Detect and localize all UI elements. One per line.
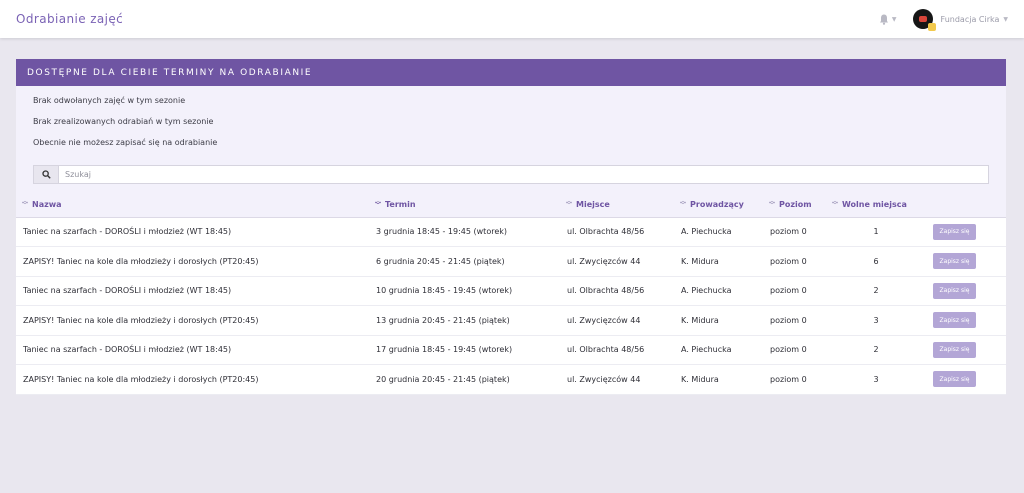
- column-label: Prowadzący: [690, 199, 744, 209]
- column-label: Nazwa: [32, 199, 62, 209]
- column-label: Termin: [385, 199, 416, 209]
- column-header-prowadzacy[interactable]: ︿ ﹀ Prowadzący: [674, 192, 763, 217]
- column-header-wolne-miejsca[interactable]: ︿ ﹀ Wolne miejsca: [826, 192, 926, 217]
- cell-action: Zapisz się: [926, 306, 1006, 336]
- info-message: Brak zrealizowanych odrabiań w tym sezon…: [33, 117, 214, 126]
- signup-button[interactable]: Zapisz się: [933, 253, 976, 270]
- column-header-termin[interactable]: ︿ ﹀ Termin: [369, 192, 560, 217]
- cell-prowadzacy: K. Midura: [681, 374, 719, 384]
- cell-poziom: poziom 0: [770, 345, 807, 355]
- column-header-miejsce[interactable]: ︿ ﹀ Miejsce: [560, 192, 674, 217]
- cell-miejsce: ul. Olbrachta 48/56: [567, 286, 645, 296]
- table-body: Taniec na szarfach - DOROŚLI i młodzież …: [16, 217, 1006, 394]
- sessions-table: ︿ ﹀ Nazwa ︿ ﹀ Termin ︿ ﹀ Miejsce ︿ ﹀ Prowadzący …: [16, 192, 1006, 395]
- avatar: [912, 9, 936, 31]
- cell-nazwa: ZAPISY! Taniec na kole dla młodzieży i d…: [23, 256, 259, 266]
- card-title: DOSTĘPNE DLA CIEBIE TERMINY NA ODRABIANI…: [27, 67, 313, 78]
- cell-termin: 6 grudnia 20:45 - 21:45 (piątek): [376, 256, 505, 266]
- cell-termin: 17 grudnia 18:45 - 19:45 (wtorek): [376, 345, 513, 355]
- column-label: Wolne miejsca: [842, 199, 907, 209]
- table-row: ZAPISY! Taniec na kole dla młodzieży i d…: [16, 247, 1006, 277]
- column-header-action: [926, 192, 1006, 217]
- cell-nazwa: ZAPISY! Taniec na kole dla młodzieży i d…: [23, 315, 259, 325]
- cell-prowadzacy: A. Piechucka: [681, 227, 732, 237]
- signup-button[interactable]: Zapisz się: [933, 341, 976, 358]
- cell-wolne-miejsca: 3: [873, 374, 879, 384]
- cell-miejsce: ul. Olbrachta 48/56: [567, 345, 645, 355]
- sort-icon: ︿ ﹀: [832, 198, 839, 210]
- cell-nazwa: Taniec na szarfach - DOROŚLI i młodzież …: [23, 227, 232, 237]
- info-area: Brak odwołanych zajęć w tym sezonie Brak…: [16, 86, 1006, 192]
- search-button[interactable]: [34, 166, 59, 183]
- info-message: Brak odwołanych zajęć w tym sezonie: [33, 96, 186, 105]
- user-menu[interactable]: Fundacja Cirka ▼: [912, 9, 1008, 31]
- cell-action: Zapisz się: [926, 335, 1006, 365]
- cell-termin: 3 grudnia 18:45 - 19:45 (wtorek): [376, 227, 507, 237]
- cell-prowadzacy: A. Piechucka: [681, 286, 732, 296]
- makeup-classes-card: DOSTĘPNE DLA CIEBIE TERMINY NA ODRABIANI…: [16, 59, 1006, 395]
- navbar-right: ▼ Fundacja Cirka ▼: [879, 9, 1008, 31]
- signup-button[interactable]: Zapisz się: [933, 371, 976, 388]
- cell-nazwa: Taniec na szarfach - DOROŚLI i młodzież …: [23, 345, 232, 355]
- column-header-nazwa[interactable]: ︿ ﹀ Nazwa: [16, 192, 369, 217]
- cell-miejsce: ul. Zwycięzców 44: [567, 256, 641, 266]
- cell-poziom: poziom 0: [770, 256, 807, 266]
- cell-prowadzacy: K. Midura: [681, 315, 719, 325]
- signup-button[interactable]: Zapisz się: [933, 223, 976, 240]
- cell-wolne-miejsca: 2: [873, 345, 879, 355]
- bell-icon: [879, 14, 888, 25]
- sort-icon: ︿ ﹀: [22, 198, 29, 210]
- column-header-poziom[interactable]: ︿ ﹀ Poziom: [763, 192, 826, 217]
- table-row: Taniec na szarfach - DOROŚLI i młodzież …: [16, 217, 1006, 247]
- table-row: Taniec na szarfach - DOROŚLI i młodzież …: [16, 276, 1006, 306]
- cell-nazwa: Taniec na szarfach - DOROŚLI i młodzież …: [23, 286, 232, 296]
- sort-icon: ︿ ﹀: [375, 198, 382, 210]
- signup-button[interactable]: Zapisz się: [933, 312, 976, 329]
- cell-wolne-miejsca: 2: [873, 286, 879, 296]
- table-header-row: ︿ ﹀ Nazwa ︿ ﹀ Termin ︿ ﹀ Miejsce ︿ ﹀ Prowadzący …: [16, 192, 1006, 217]
- chevron-down-icon: ▼: [891, 15, 897, 23]
- search-icon: [41, 170, 51, 179]
- user-name: Fundacja Cirka: [940, 14, 1000, 24]
- sort-icon: ︿ ﹀: [769, 198, 776, 210]
- cell-miejsce: ul. Olbrachta 48/56: [567, 227, 645, 237]
- cell-poziom: poziom 0: [770, 227, 807, 237]
- sort-icon: ︿ ﹀: [680, 198, 687, 210]
- info-message: Obecnie nie możesz zapisać się na odrabi…: [33, 138, 218, 147]
- cell-termin: 10 grudnia 18:45 - 19:45 (wtorek): [376, 286, 513, 296]
- cell-poziom: poziom 0: [770, 315, 807, 325]
- avatar-badge: [927, 23, 936, 31]
- table-row: ZAPISY! Taniec na kole dla młodzieży i d…: [16, 306, 1006, 336]
- card-header: DOSTĘPNE DLA CIEBIE TERMINY NA ODRABIANI…: [16, 59, 1006, 86]
- chevron-down-icon: ▼: [1003, 15, 1008, 23]
- table-row: ZAPISY! Taniec na kole dla młodzieży i d…: [16, 365, 1006, 395]
- cell-termin: 20 grudnia 20:45 - 21:45 (piątek): [376, 374, 510, 384]
- search-input[interactable]: [59, 166, 988, 183]
- sort-icon: ︿ ﹀: [566, 198, 573, 210]
- app-title: Odrabianie zajęć: [16, 12, 124, 26]
- notifications-menu[interactable]: ▼: [879, 14, 897, 25]
- search-bar: [33, 165, 989, 184]
- cell-wolne-miejsca: 3: [873, 315, 879, 325]
- cell-nazwa: ZAPISY! Taniec na kole dla młodzieży i d…: [23, 374, 259, 384]
- cell-miejsce: ul. Zwycięzców 44: [567, 315, 641, 325]
- cell-wolne-miejsca: 1: [873, 227, 879, 237]
- cell-action: Zapisz się: [926, 217, 1006, 247]
- cell-prowadzacy: A. Piechucka: [681, 345, 732, 355]
- cell-prowadzacy: K. Midura: [681, 256, 719, 266]
- avatar-logo: [918, 16, 927, 22]
- cell-wolne-miejsca: 6: [873, 256, 879, 266]
- cell-action: Zapisz się: [926, 276, 1006, 306]
- cell-miejsce: ul. Zwycięzców 44: [567, 374, 641, 384]
- cell-poziom: poziom 0: [770, 286, 807, 296]
- table-row: Taniec na szarfach - DOROŚLI i młodzież …: [16, 335, 1006, 365]
- top-navbar: Odrabianie zajęć ▼ Fundacja Cirka ▼: [0, 0, 1024, 38]
- cell-action: Zapisz się: [926, 247, 1006, 277]
- column-label: Miejsce: [576, 199, 610, 209]
- cell-termin: 13 grudnia 20:45 - 21:45 (piątek): [376, 315, 510, 325]
- cell-action: Zapisz się: [926, 365, 1006, 395]
- cell-poziom: poziom 0: [770, 374, 807, 384]
- column-label: Poziom: [779, 199, 812, 209]
- signup-button[interactable]: Zapisz się: [933, 282, 976, 299]
